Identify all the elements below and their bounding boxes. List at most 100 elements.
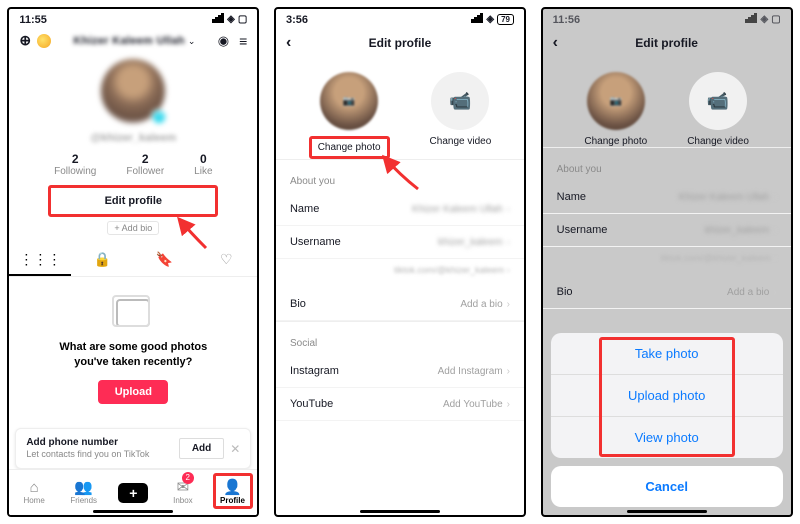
tab-locked[interactable]: 🔒 xyxy=(71,245,133,276)
chevron-right-icon: › xyxy=(773,287,776,298)
image-placeholder-icon xyxy=(116,299,150,327)
chevron-right-icon: › xyxy=(773,253,776,264)
tab-liked[interactable]: ♡ xyxy=(195,245,257,276)
username-label: Khizer Kaleem Ullah xyxy=(73,35,184,47)
nav-home[interactable]: ⌂Home xyxy=(9,470,59,515)
coin-icon[interactable] xyxy=(37,34,51,48)
avatar-section: + @khizer_kaleem xyxy=(9,59,257,144)
media-row: 📷 Change photo 📹 Change video xyxy=(276,72,524,159)
row-bio[interactable]: BioAdd a bio› xyxy=(276,288,524,321)
back-button[interactable]: ‹ xyxy=(553,34,558,52)
change-photo-label: Change photo xyxy=(309,136,390,159)
back-button[interactable]: ‹ xyxy=(286,34,291,52)
change-photo-label: Change photo xyxy=(584,136,647,147)
edit-profile-button[interactable]: Edit profile xyxy=(48,185,218,217)
chevron-right-icon: › xyxy=(507,366,510,377)
status-bar: 11:56 ◈ ▢ xyxy=(543,9,791,28)
action-sheet-group: Take photo Upload photo View photo xyxy=(551,333,783,458)
heart-icon: ♡ xyxy=(220,251,233,267)
video-icon: 📹 xyxy=(707,91,729,112)
row-youtube[interactable]: YouTubeAdd YouTube› xyxy=(276,388,524,421)
nav-friends[interactable]: 👥Friends xyxy=(59,470,109,515)
sheet-cancel[interactable]: Cancel xyxy=(551,466,783,507)
page-title: Edit profile xyxy=(369,36,432,50)
battery-icon: 79 xyxy=(497,14,514,25)
home-indicator xyxy=(93,510,173,513)
close-icon[interactable]: ✕ xyxy=(230,442,240,456)
row-link[interactable]: tiktok.com/@khizer_kaleem › xyxy=(276,259,524,288)
action-sheet: Take photo Upload photo View photo Cance… xyxy=(551,333,783,507)
battery-icon: ▢ xyxy=(238,14,247,25)
signal-icon xyxy=(745,13,757,26)
stat-follower[interactable]: 2Follower xyxy=(126,152,164,177)
add-bio-button[interactable]: + Add bio xyxy=(107,221,159,235)
add-phone-title: Add phone number xyxy=(26,437,149,448)
screen-edit-profile: 3:56 ◈ 79 ‹ Edit profile 📷 Change photo … xyxy=(274,7,526,517)
stat-following[interactable]: 2Following xyxy=(54,152,96,177)
change-photo-button[interactable]: 📷 Change photo xyxy=(584,72,647,147)
chevron-right-icon: › xyxy=(773,225,776,236)
status-indicators: ◈ ▢ xyxy=(745,13,780,26)
inbox-badge: 2 xyxy=(182,472,194,484)
change-video-label: Change video xyxy=(430,136,492,147)
page-title: Edit profile xyxy=(635,36,698,50)
row-username[interactable]: Usernamekhizer_kaleem› xyxy=(543,214,791,247)
add-badge-icon[interactable]: + xyxy=(151,109,167,125)
signal-icon xyxy=(471,13,483,26)
sheet-upload-photo[interactable]: Upload photo xyxy=(551,375,783,417)
edit-header: ‹ Edit profile xyxy=(543,28,791,58)
section-about: About you xyxy=(276,159,524,193)
avatar[interactable]: + xyxy=(101,59,165,123)
add-friend-icon[interactable]: ⊕ xyxy=(19,32,31,49)
stat-like[interactable]: 0Like xyxy=(194,152,212,177)
row-instagram[interactable]: InstagramAdd Instagram› xyxy=(276,355,524,388)
status-time: 11:56 xyxy=(553,14,581,26)
tab-feed[interactable]: ⋮⋮⋮ xyxy=(9,245,71,276)
camera-icon: 📷 xyxy=(587,72,645,130)
status-time: 11:55 xyxy=(19,14,47,26)
add-phone-button[interactable]: Add xyxy=(179,438,224,459)
row-name[interactable]: NameKhizer Kaleem Ullah› xyxy=(543,181,791,214)
media-row: 📷 Change photo 📹 Change video xyxy=(543,72,791,147)
status-bar: 3:56 ◈ 79 xyxy=(276,9,524,28)
wifi-icon: ◈ xyxy=(227,14,235,25)
nav-profile[interactable]: 👤Profile xyxy=(208,470,258,515)
eye-icon[interactable]: ◉ xyxy=(218,33,229,49)
username-dropdown[interactable]: Khizer Kaleem Ullah ⌄ xyxy=(73,35,195,47)
home-icon: ⌂ xyxy=(30,480,39,495)
row-link[interactable]: tiktok.com/@khizer_kaleem › xyxy=(543,247,791,276)
screen-profile: 11:55 ◈ ▢ ⊕ Khizer Kaleem Ullah ⌄ ◉ ≡ + @… xyxy=(7,7,259,517)
sheet-view-photo[interactable]: View photo xyxy=(551,417,783,458)
menu-icon[interactable]: ≡ xyxy=(239,33,247,49)
row-name[interactable]: NameKhizer Kaleem Ullah› xyxy=(276,193,524,226)
chevron-right-icon: › xyxy=(507,299,510,310)
tab-saved[interactable]: 🔖 xyxy=(133,245,195,276)
battery-icon: ▢ xyxy=(771,14,780,25)
sheet-take-photo[interactable]: Take photo xyxy=(551,333,783,375)
content-tabs: ⋮⋮⋮ 🔒 🔖 ♡ xyxy=(9,245,257,277)
profile-header: ⊕ Khizer Kaleem Ullah ⌄ ◉ ≡ xyxy=(9,28,257,53)
chevron-right-icon: › xyxy=(507,265,510,276)
chevron-right-icon: › xyxy=(773,192,776,203)
camera-icon: 📷 xyxy=(320,72,378,130)
handle-label: @khizer_kaleem xyxy=(9,132,257,144)
section-social: Social xyxy=(276,321,524,355)
chevron-right-icon: › xyxy=(507,204,510,215)
status-time: 3:56 xyxy=(286,14,308,26)
change-video-button[interactable]: 📹 Change video xyxy=(430,72,492,159)
status-indicators: ◈ 79 xyxy=(471,13,514,26)
row-bio[interactable]: BioAdd a bio› xyxy=(543,276,791,309)
change-video-button[interactable]: 📹 Change video xyxy=(687,72,749,147)
upload-button[interactable]: Upload xyxy=(98,380,168,404)
status-indicators: ◈ ▢ xyxy=(212,13,247,26)
edit-header: ‹ Edit profile xyxy=(276,28,524,58)
nav-inbox[interactable]: ✉Inbox2 xyxy=(158,470,208,515)
chevron-down-icon: ⌄ xyxy=(188,36,196,46)
row-username[interactable]: Usernamekhizer_kaleem› xyxy=(276,226,524,259)
add-phone-card: Add phone numberLet contacts find you on… xyxy=(15,428,251,469)
status-bar: 11:55 ◈ ▢ xyxy=(9,9,257,28)
home-indicator xyxy=(627,510,707,513)
change-photo-button[interactable]: 📷 Change photo xyxy=(309,72,390,159)
nav-create[interactable]: + xyxy=(109,470,159,515)
friends-icon: 👥 xyxy=(74,480,93,495)
